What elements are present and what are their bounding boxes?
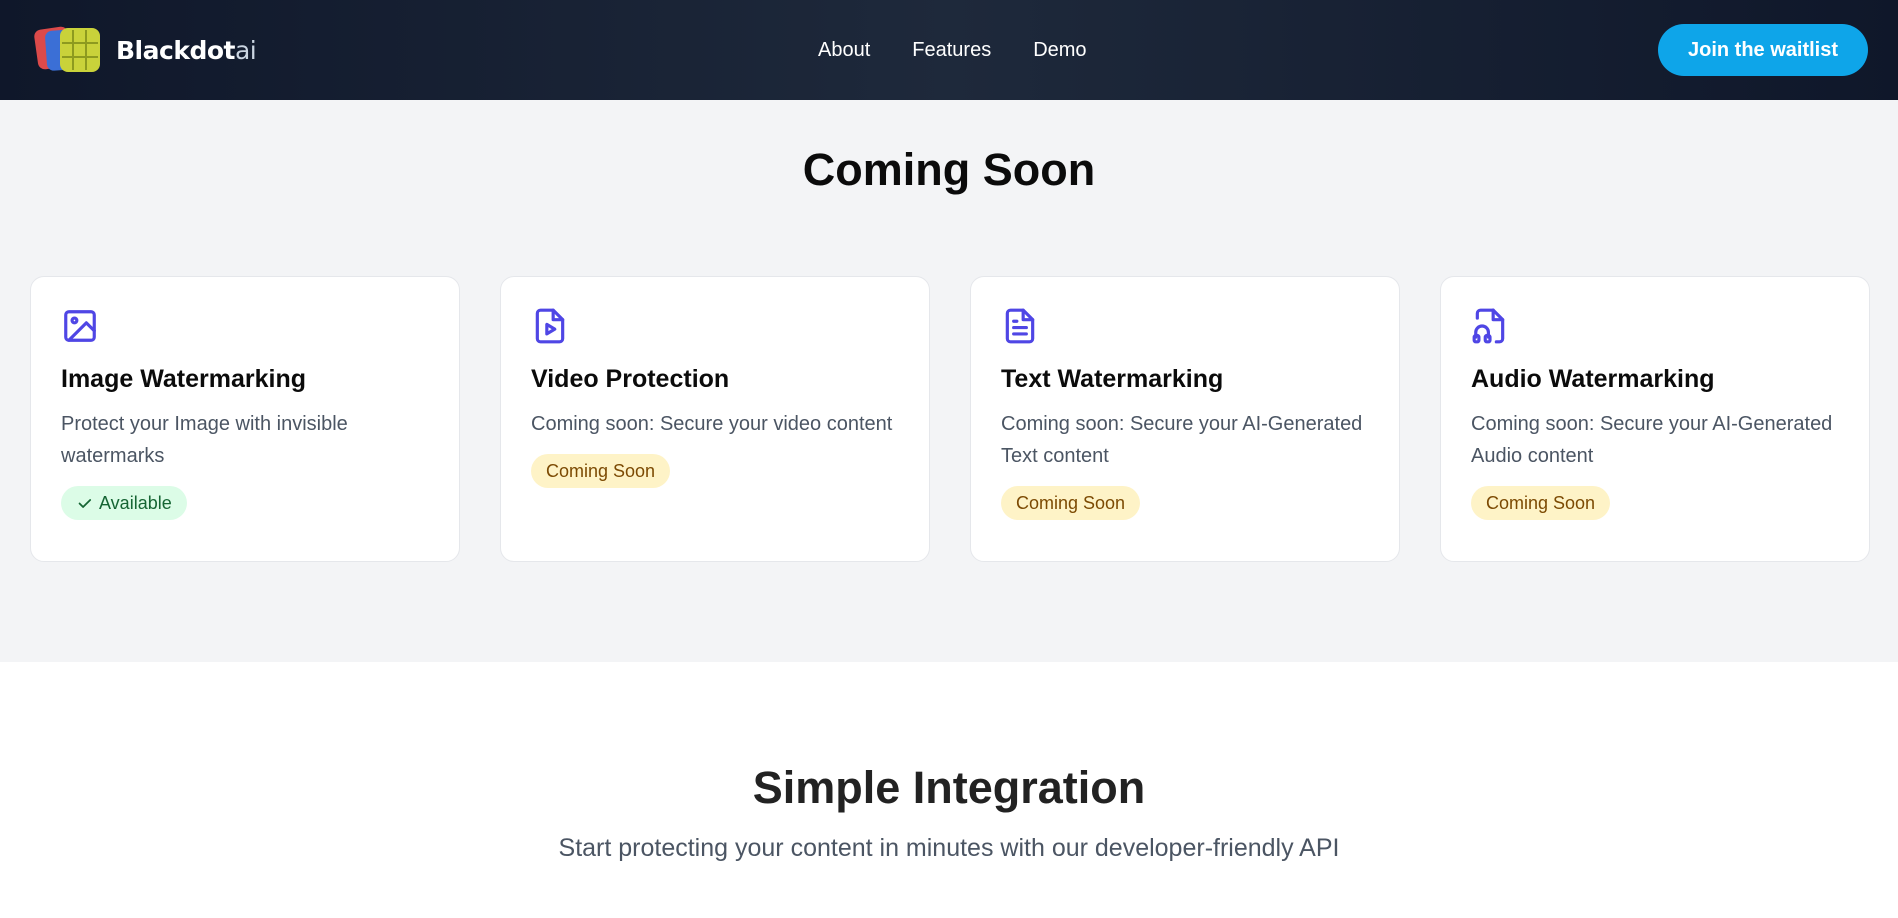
join-waitlist-button[interactable]: Join the waitlist	[1658, 24, 1868, 76]
status-badge: Coming Soon	[1001, 486, 1141, 520]
feature-card-image: Image Watermarking Protect your Image wi…	[30, 276, 460, 562]
nav-features-link[interactable]: Features	[912, 39, 991, 62]
feature-card-audio: Audio Watermarking Coming soon: Secure y…	[1440, 276, 1870, 562]
section-title: Coming Soon	[802, 144, 1096, 195]
card-description: Coming soon: Secure your video content	[531, 413, 893, 435]
card-description: Coming soon: Secure your AI-Generated Te…	[1001, 413, 1363, 467]
audio-file-icon	[1471, 307, 1509, 345]
card-description: Protect your Image with invisible waterm…	[61, 413, 348, 467]
feature-card-text: Text Watermarking Coming soon: Secure yo…	[970, 276, 1400, 562]
status-badge: Coming Soon	[531, 454, 671, 488]
brand-name: Blackdotai	[116, 35, 257, 65]
text-file-icon	[1001, 307, 1039, 345]
brand[interactable]: Blackdotai	[32, 22, 257, 78]
integration-section: Simple Integration Start protecting your…	[0, 662, 1898, 918]
card-title: Text Watermarking	[1001, 365, 1224, 393]
check-icon	[78, 498, 92, 508]
brand-logo-icon	[32, 22, 108, 78]
card-title: Audio Watermarking	[1471, 365, 1715, 393]
section-title: Simple Integration	[752, 762, 1146, 813]
card-title: Video Protection	[531, 365, 730, 393]
top-navbar: Blackdotai About Features Demo Join the …	[0, 0, 1898, 100]
feature-card-video: Video Protection Coming soon: Secure you…	[500, 276, 930, 562]
video-file-icon	[531, 307, 569, 345]
image-icon	[61, 307, 99, 345]
card-description: Coming soon: Secure your AI-Generated Au…	[1471, 413, 1833, 467]
nav-about-link[interactable]: About	[818, 39, 870, 62]
section-subtitle: Start protecting your content in minutes…	[558, 834, 1340, 862]
coming-soon-section: Coming Soon Image Watermarking Protect y…	[0, 100, 1898, 662]
nav-demo-link[interactable]: Demo	[1033, 39, 1086, 62]
status-badge: Available	[61, 486, 187, 520]
card-title: Image Watermarking	[61, 365, 306, 393]
main-nav: About Features Demo	[818, 0, 1087, 100]
feature-cards: Image Watermarking Protect your Image wi…	[30, 276, 1870, 562]
status-badge: Coming Soon	[1471, 486, 1611, 520]
